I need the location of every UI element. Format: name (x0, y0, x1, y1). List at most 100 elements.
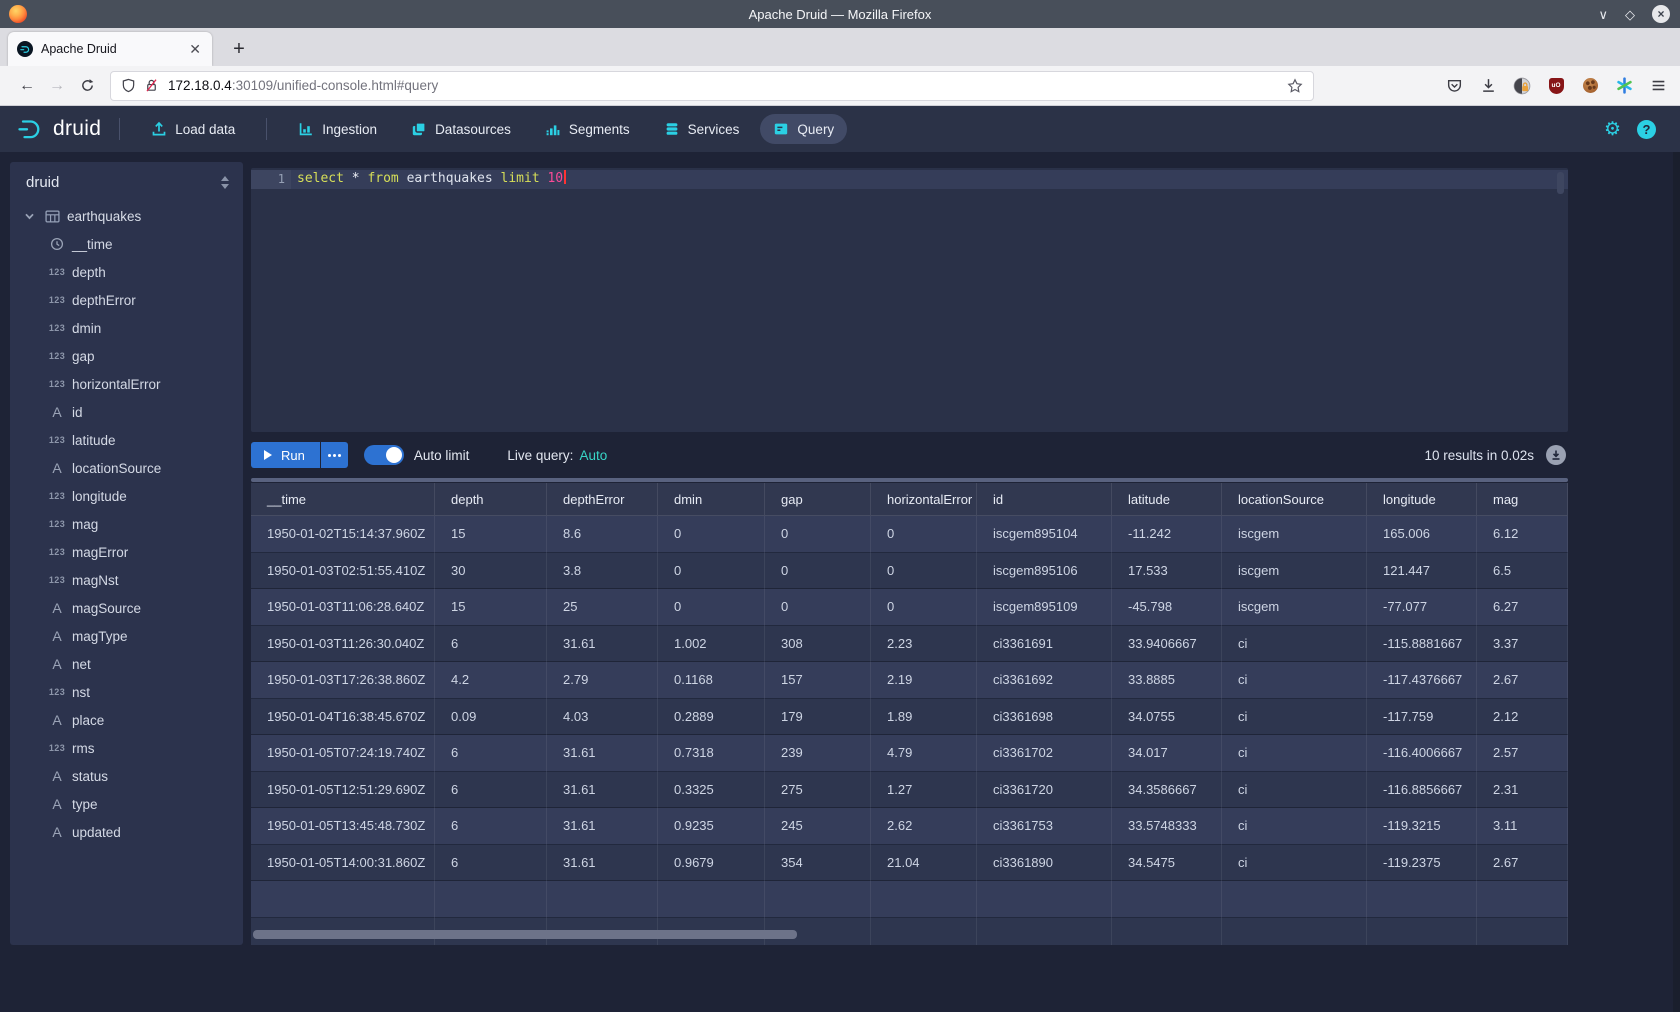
column-header-__time[interactable]: __time (251, 483, 435, 516)
cell[interactable]: 6.5 (1477, 553, 1568, 590)
cell[interactable]: 33.9406667 (1112, 626, 1222, 663)
cell[interactable]: 245 (765, 808, 871, 845)
live-query-value[interactable]: Auto (579, 448, 607, 463)
cell[interactable]: 165.006 (1367, 516, 1477, 553)
cell[interactable]: 0 (871, 516, 977, 553)
cell[interactable]: 2.67 (1477, 662, 1568, 699)
cell[interactable]: -45.798 (1112, 589, 1222, 626)
cell[interactable]: -11.242 (1112, 516, 1222, 553)
cell[interactable] (871, 918, 977, 946)
cell[interactable]: 2.31 (1477, 772, 1568, 809)
settings-gear-icon[interactable]: ⚙ (1604, 120, 1621, 139)
cell[interactable]: 4.79 (871, 735, 977, 772)
cell[interactable]: 6.27 (1477, 589, 1568, 626)
browser-tab[interactable]: Apache Druid ✕ (8, 32, 212, 66)
cell[interactable]: 1950-01-02T15:14:37.960Z (251, 516, 435, 553)
cell[interactable] (435, 881, 547, 918)
privacy-badger-icon[interactable] (1512, 76, 1532, 96)
cell[interactable]: 1950-01-03T11:06:28.640Z (251, 589, 435, 626)
url-bar[interactable]: 172.18.0.4:30109/unified-console.html#qu… (110, 71, 1314, 101)
cell[interactable]: 0.3325 (658, 772, 765, 809)
cell[interactable]: 4.2 (435, 662, 547, 699)
reload-button[interactable] (72, 72, 102, 100)
shield-icon[interactable] (121, 78, 136, 93)
cell[interactable] (1112, 918, 1222, 946)
cell[interactable] (1222, 918, 1367, 946)
downloads-icon[interactable] (1478, 76, 1498, 96)
cell[interactable]: 1.27 (871, 772, 977, 809)
cell[interactable]: 0.9679 (658, 845, 765, 882)
cell[interactable]: 1950-01-03T11:26:30.040Z (251, 626, 435, 663)
cell[interactable]: 1950-01-03T02:51:55.410Z (251, 553, 435, 590)
auto-limit-toggle[interactable] (364, 445, 404, 465)
window-maximize-button[interactable]: ◇ (1625, 8, 1635, 21)
cell[interactable] (547, 881, 658, 918)
cell[interactable]: ci3361702 (977, 735, 1112, 772)
cell[interactable] (1367, 918, 1477, 946)
cell[interactable]: iscgem (1222, 516, 1367, 553)
horizontal-scrollbar-thumb[interactable] (253, 930, 797, 939)
run-more-button[interactable] (321, 442, 348, 468)
cell[interactable]: ci3361692 (977, 662, 1112, 699)
cell[interactable]: 8.6 (547, 516, 658, 553)
nav-item-ingestion[interactable]: Ingestion (285, 114, 390, 144)
cell[interactable]: 6 (435, 735, 547, 772)
cell[interactable]: 34.0755 (1112, 699, 1222, 736)
cell[interactable]: 34.3586667 (1112, 772, 1222, 809)
cell[interactable]: 1950-01-05T07:24:19.740Z (251, 735, 435, 772)
cell[interactable]: ci3361753 (977, 808, 1112, 845)
page-scrollbar[interactable] (1673, 152, 1680, 1012)
schema-name[interactable]: druid (26, 174, 221, 191)
sidebar-column-locationSource[interactable]: AlocationSource (10, 454, 243, 482)
cell[interactable]: iscgem (1222, 553, 1367, 590)
cell[interactable]: 275 (765, 772, 871, 809)
cell[interactable]: 1950-01-05T12:51:29.690Z (251, 772, 435, 809)
column-header-depth[interactable]: depth (435, 483, 547, 516)
cookie-extension-icon[interactable] (1580, 76, 1600, 96)
cell[interactable]: 3.37 (1477, 626, 1568, 663)
column-header-locationSource[interactable]: locationSource (1222, 483, 1367, 516)
cell[interactable]: 0.9235 (658, 808, 765, 845)
sidebar-column-magError[interactable]: 123magError (10, 538, 243, 566)
window-minimize-button[interactable]: ∨ (1598, 8, 1608, 21)
cell[interactable]: 15 (435, 589, 547, 626)
cell[interactable] (977, 918, 1112, 946)
sidebar-column-dmin[interactable]: 123dmin (10, 314, 243, 342)
cell[interactable]: 30 (435, 553, 547, 590)
sidebar-column-__time[interactable]: __time (10, 230, 243, 258)
cell[interactable]: 6.12 (1477, 516, 1568, 553)
run-button[interactable]: Run (251, 442, 320, 468)
cell[interactable] (765, 881, 871, 918)
cell[interactable]: 0 (871, 553, 977, 590)
cell[interactable]: ci (1222, 845, 1367, 882)
cell[interactable]: 33.5748333 (1112, 808, 1222, 845)
cell[interactable]: 31.61 (547, 808, 658, 845)
sidebar-column-nst[interactable]: 123nst (10, 678, 243, 706)
cell[interactable]: 0.7318 (658, 735, 765, 772)
sidebar-column-id[interactable]: Aid (10, 398, 243, 426)
forward-button[interactable]: → (42, 72, 72, 100)
panel-splitter[interactable] (251, 478, 1568, 482)
cell[interactable]: 2.19 (871, 662, 977, 699)
cell[interactable] (251, 881, 435, 918)
sql-editor[interactable]: 1 select * from earthquakes limit 10 (251, 168, 1568, 432)
cell[interactable] (1367, 881, 1477, 918)
cell[interactable]: iscgem895104 (977, 516, 1112, 553)
cell[interactable]: -119.3215 (1367, 808, 1477, 845)
sidebar-column-magType[interactable]: AmagType (10, 622, 243, 650)
sidebar-column-net[interactable]: Anet (10, 650, 243, 678)
cell[interactable] (1477, 881, 1568, 918)
new-tab-button[interactable]: + (226, 36, 252, 62)
cell[interactable]: -117.759 (1367, 699, 1477, 736)
cell[interactable]: 1.89 (871, 699, 977, 736)
cell[interactable]: 0 (658, 553, 765, 590)
cell[interactable]: 157 (765, 662, 871, 699)
druid-logo[interactable]: druid (16, 114, 101, 144)
cell[interactable]: 6 (435, 845, 547, 882)
cell[interactable] (1477, 918, 1568, 946)
cell[interactable]: 0 (658, 589, 765, 626)
cell[interactable]: 6 (435, 808, 547, 845)
cell[interactable]: 239 (765, 735, 871, 772)
cell[interactable]: 33.8885 (1112, 662, 1222, 699)
cell[interactable]: 0.09 (435, 699, 547, 736)
